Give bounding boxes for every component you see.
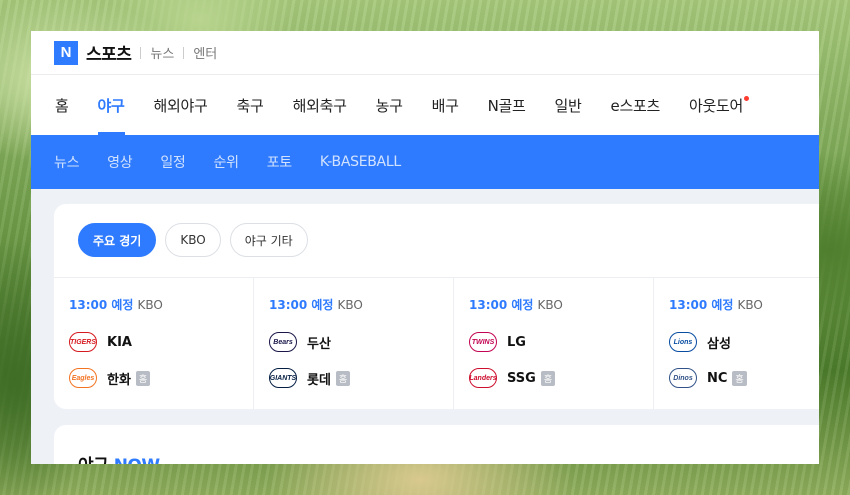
team-name: LG xyxy=(507,334,526,350)
team-away[interactable]: Bears 두산 xyxy=(269,331,453,353)
team-home[interactable]: Dinos NC 홈 xyxy=(669,367,819,389)
sub-nav-photo[interactable]: 포토 xyxy=(267,152,292,172)
game-meta: 13:00 예정 KBO xyxy=(669,296,819,313)
team-emblem-icon: TIGERS xyxy=(69,332,97,352)
game-league: KBO xyxy=(737,298,763,312)
baseball-now-card: 야구 NOW xyxy=(54,425,819,464)
home-badge: 홈 xyxy=(732,370,747,386)
nav-item-world-football[interactable]: 해외축구 xyxy=(293,75,347,135)
team-emblem-icon: Eagles xyxy=(69,368,97,388)
naver-logo[interactable]: N xyxy=(54,40,78,65)
nav-item-world-baseball[interactable]: 해외야구 xyxy=(154,75,208,135)
nav-item-esports[interactable]: e스포츠 xyxy=(611,75,661,135)
team-name: 두산 xyxy=(307,336,331,352)
divider xyxy=(183,46,185,59)
team-home[interactable]: Eagles 한화 홈 xyxy=(69,367,253,389)
team-emblem-icon: TWINS xyxy=(469,332,497,352)
game-league: KBO xyxy=(537,298,563,312)
team-emblem-icon: Bears xyxy=(269,332,297,352)
section-title-prefix: 야구 xyxy=(78,456,109,464)
team-name: SSG xyxy=(507,370,536,386)
main-nav: 홈 야구 해외야구 축구 해외축구 농구 배구 N골프 일반 e스포츠 아웃도어 xyxy=(31,74,819,135)
sub-nav-standings[interactable]: 순위 xyxy=(214,152,239,172)
team-away[interactable]: TIGERS KIA xyxy=(69,331,253,353)
nav-item-baseball[interactable]: 야구 xyxy=(97,75,125,135)
team-away[interactable]: Lions 삼성 xyxy=(669,331,819,353)
game-league: KBO xyxy=(137,298,163,312)
game-meta: 13:00 예정 KBO xyxy=(269,296,453,313)
sub-nav-news[interactable]: 뉴스 xyxy=(54,152,79,172)
game-time: 13:00 예정 xyxy=(669,298,734,312)
home-badge: 홈 xyxy=(335,370,351,386)
nav-item-outdoor-label: 아웃도어 xyxy=(688,96,743,115)
game-list: 13:00 예정 KBO TIGERS KIA Eagles 한화 홈 13:00 예정 KBO… xyxy=(54,277,819,409)
game-meta: 13:00 예정 KBO xyxy=(69,296,253,313)
new-dot-icon xyxy=(744,96,749,101)
nav-item-volleyball[interactable]: 배구 xyxy=(432,75,459,135)
tab-kbo[interactable]: KBO xyxy=(165,223,221,257)
team-home[interactable]: GIANTS 롯데 홈 xyxy=(269,367,453,389)
game-time: 13:00 예정 xyxy=(469,298,534,312)
sub-nav-schedule[interactable]: 일정 xyxy=(160,152,185,172)
team-emblem-icon: GIANTS xyxy=(269,368,297,388)
team-name: NC xyxy=(707,370,728,386)
game-item[interactable]: 13:00 예정 KBO TIGERS KIA Eagles 한화 홈 xyxy=(54,278,254,409)
home-badge: 홈 xyxy=(540,370,556,386)
section-title-highlight: NOW xyxy=(114,456,160,464)
team-name: 삼성 xyxy=(707,336,731,352)
team-emblem-icon: Lions xyxy=(669,332,697,352)
nav-item-basketball[interactable]: 농구 xyxy=(376,75,403,135)
sports-page: N 스포츠 뉴스 엔터 홈 야구 해외야구 축구 해외축구 농구 배구 N골프 … xyxy=(31,31,819,464)
top-bar: N 스포츠 뉴스 엔터 xyxy=(31,31,819,74)
nav-item-outdoor[interactable]: 아웃도어 xyxy=(688,75,749,135)
team-emblem-icon: Landers xyxy=(469,368,497,388)
divider xyxy=(140,46,142,59)
game-item[interactable]: 13:00 예정 KBO TWINS LG Landers SSG 홈 xyxy=(454,278,654,409)
schedule-card: 주요 경기 KBO 야구 기타 13:00 예정 KBO TIGERS KIA Eagl… xyxy=(54,204,819,409)
team-name: KIA xyxy=(107,334,132,350)
sub-nav-k-baseball[interactable]: K-BASEBALL xyxy=(320,154,401,170)
nav-item-football[interactable]: 축구 xyxy=(237,75,264,135)
team-emblem-icon: Dinos xyxy=(669,368,697,388)
tab-baseball-other[interactable]: 야구 기타 xyxy=(229,223,308,257)
schedule-tabs: 주요 경기 KBO 야구 기타 xyxy=(54,204,819,277)
home-badge: 홈 xyxy=(135,370,151,386)
game-item[interactable]: 13:00 예정 KBO Bears 두산 GIANTS 롯데 홈 xyxy=(254,278,454,409)
top-link-entertainment[interactable]: 엔터 xyxy=(193,43,217,62)
game-item[interactable]: 13:00 예정 KBO Lions 삼성 Dinos NC 홈 xyxy=(654,278,819,409)
nav-item-golf[interactable]: N골프 xyxy=(488,75,526,135)
team-away[interactable]: TWINS LG xyxy=(469,331,653,353)
game-meta: 13:00 예정 KBO xyxy=(469,296,653,313)
game-league: KBO xyxy=(337,298,363,312)
section-title: 야구 NOW xyxy=(78,451,819,464)
top-link-news[interactable]: 뉴스 xyxy=(150,43,174,62)
game-time: 13:00 예정 xyxy=(69,298,134,312)
game-time: 13:00 예정 xyxy=(269,298,334,312)
team-name: 한화 xyxy=(107,372,131,388)
team-name: 롯데 xyxy=(307,372,331,388)
tab-featured-games[interactable]: 주요 경기 xyxy=(78,223,157,257)
team-home[interactable]: Landers SSG 홈 xyxy=(469,367,653,389)
sub-nav: 뉴스 영상 일정 순위 포토 K-BASEBALL xyxy=(31,135,819,189)
nav-item-general[interactable]: 일반 xyxy=(555,75,582,135)
nav-item-home[interactable]: 홈 xyxy=(55,75,69,135)
sub-nav-video[interactable]: 영상 xyxy=(107,152,132,172)
brand-title[interactable]: 스포츠 xyxy=(86,40,132,65)
